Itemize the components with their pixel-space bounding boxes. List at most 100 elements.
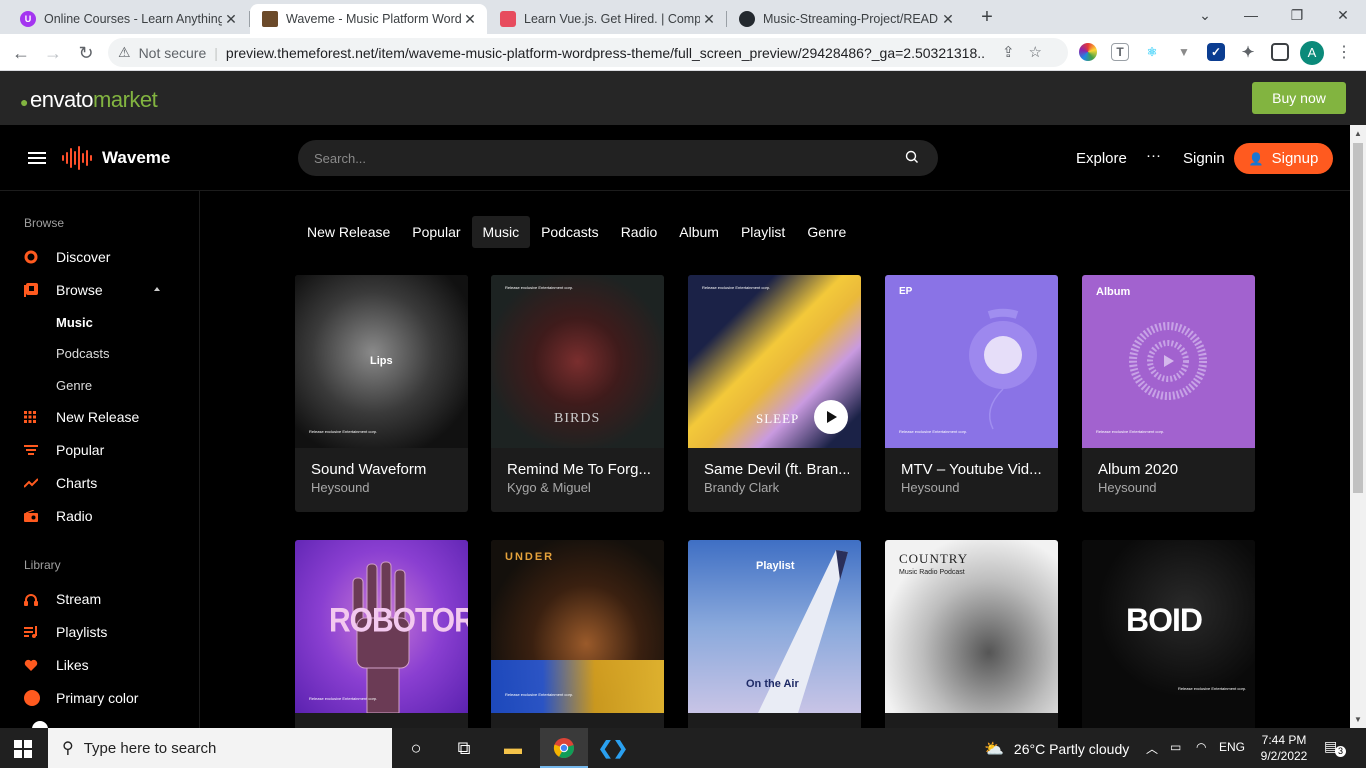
envato-market-logo[interactable]: ●envatomarket — [20, 87, 158, 113]
tab-music[interactable]: Music — [471, 216, 531, 248]
card-artist[interactable]: Kygo & Miguel — [507, 480, 591, 495]
taskbar-search[interactable]: ⚲ Type here to search — [48, 728, 392, 768]
profile-avatar[interactable]: A — [1300, 41, 1324, 65]
music-card[interactable]: Album Release exclusive Entertainment co… — [1082, 275, 1255, 512]
album-art-under[interactable]: UNDER Release exclusive Entertainment co… — [491, 540, 664, 713]
sidebar-item-playlists[interactable]: Playlists — [24, 622, 184, 642]
color-picker-extension-icon[interactable] — [1079, 43, 1097, 61]
card-title[interactable]: Album 2020 — [1098, 461, 1243, 478]
taskbar-clock[interactable]: 7:44 PM 9/2/2022 — [1256, 732, 1312, 764]
music-card[interactable]: Playlist On the Air — [688, 540, 861, 728]
minimize-button[interactable]: — — [1228, 4, 1274, 26]
chrome-icon[interactable] — [551, 736, 577, 760]
close-tab-icon[interactable]: ✕ — [700, 11, 718, 28]
side-panel-icon[interactable] — [1271, 43, 1289, 61]
browser-tab-udemy[interactable]: U Online Courses - Learn Anything, On Yo… — [8, 4, 248, 34]
music-card[interactable]: Release exclusive Entertainment corp. BI… — [491, 275, 664, 512]
album-art-country[interactable]: COUNTRY Music Radio Podcast — [885, 540, 1058, 713]
file-explorer-icon[interactable]: ▬ — [500, 736, 526, 760]
sidebar-item-stream[interactable]: Stream — [24, 589, 184, 609]
card-title[interactable]: Same Devil (ft. Bran... — [704, 461, 849, 478]
sidebar-item-popular[interactable]: Popular — [24, 440, 184, 460]
new-tab-button[interactable]: + — [976, 6, 998, 28]
close-tab-icon[interactable]: ✕ — [939, 11, 957, 28]
sidebar-item-primary-color[interactable]: Primary color — [24, 688, 184, 708]
sidebar-item-charts[interactable]: Charts — [24, 473, 184, 493]
tab-radio[interactable]: Radio — [610, 216, 669, 248]
browser-tab-vue-course[interactable]: Learn Vue.js. Get Hired. | Complete Vue.… — [488, 4, 726, 34]
tab-playlist[interactable]: Playlist — [730, 216, 796, 248]
search-input[interactable] — [314, 150, 874, 166]
scrollbar-thumb[interactable] — [1353, 143, 1363, 493]
card-title[interactable]: Remind Me To Forg... — [507, 461, 652, 478]
dark-mode-toggle-icon[interactable] — [32, 721, 48, 728]
browser-tab-github[interactable]: Music-Streaming-Project/README.md ✕ — [727, 4, 965, 34]
close-window-button[interactable]: ✕ — [1320, 4, 1366, 26]
tab-popular[interactable]: Popular — [401, 216, 471, 248]
play-button[interactable] — [814, 400, 848, 434]
search-bar[interactable] — [298, 140, 938, 176]
music-card[interactable]: Lips Release exclusive Entertainment cor… — [295, 275, 468, 512]
waveme-logo[interactable]: Waveme — [62, 146, 170, 170]
weather-widget[interactable]: ⛅ 26°C Partly cloudy — [984, 739, 1129, 759]
signin-link[interactable]: Signin — [1183, 150, 1225, 167]
sidebar-subitem-podcasts[interactable]: Podcasts — [56, 346, 109, 361]
restore-button[interactable]: ❐ — [1274, 4, 1320, 26]
music-card[interactable]: COUNTRY Music Radio Podcast — [885, 540, 1058, 728]
tab-podcasts[interactable]: Podcasts — [530, 216, 610, 248]
tray-chevron-icon[interactable]: ︿ — [1146, 740, 1158, 757]
tab-new-release[interactable]: New Release — [296, 216, 401, 248]
sidebar-item-likes[interactable]: Likes — [24, 655, 184, 675]
tab-genre[interactable]: Genre — [796, 216, 857, 248]
sidebar-item-discover[interactable]: Discover — [24, 247, 184, 267]
warning-icon[interactable]: ⚠ — [118, 44, 131, 61]
music-card[interactable]: BOID Release exclusive Entertainment cor… — [1082, 540, 1255, 728]
sidebar-item-radio[interactable]: Radio — [24, 506, 184, 526]
card-artist[interactable]: Heysound — [1098, 480, 1157, 495]
album-art-boid[interactable]: BOID Release exclusive Entertainment cor… — [1082, 540, 1255, 713]
collapse-caret-icon[interactable] — [154, 287, 160, 291]
explore-link[interactable]: Explore — [1076, 150, 1127, 167]
vscode-icon[interactable]: ❮❯ — [598, 736, 628, 760]
card-artist[interactable]: Brandy Clark — [704, 480, 779, 495]
tab-album[interactable]: Album — [668, 216, 730, 248]
scroll-down-arrow-icon[interactable]: ▼ — [1354, 715, 1362, 724]
sidebar-item-browse[interactable]: Browse — [24, 280, 184, 300]
card-title[interactable]: MTV – Youtube Vid... — [901, 461, 1046, 478]
back-button[interactable]: ← — [9, 41, 33, 65]
task-view-icon[interactable]: ⧉ — [451, 736, 477, 760]
tab-search-chevron-icon[interactable]: ⌄ — [1182, 4, 1228, 26]
url-text[interactable]: preview.themeforest.net/item/waveme-musi… — [226, 45, 986, 61]
language-indicator[interactable]: ENG — [1219, 740, 1245, 754]
checkbox-extension-icon[interactable]: ✓ — [1207, 43, 1225, 61]
card-artist[interactable]: Heysound — [901, 480, 960, 495]
album-art-sleep[interactable]: Release exclusive Entertainment corp. SL… — [688, 275, 861, 448]
music-card[interactable]: ROBOTOR Release exclusive Entertainment … — [295, 540, 468, 728]
forward-button[interactable]: → — [41, 41, 65, 65]
more-menu-icon[interactable]: ··· — [1146, 147, 1161, 164]
share-star-icons[interactable]: ⇪☆ — [1002, 43, 1056, 61]
wifi-icon[interactable]: ◠ — [1196, 740, 1206, 754]
sidebar-item-new-release[interactable]: New Release — [24, 407, 184, 427]
reload-button[interactable]: ↻ — [74, 41, 98, 65]
album-art-playlist[interactable]: Playlist On the Air — [688, 540, 861, 713]
react-devtools-icon[interactable]: ⚛ — [1143, 43, 1161, 61]
battery-icon[interactable]: ▭ — [1170, 740, 1181, 754]
address-bar[interactable]: ⚠ Not secure | preview.themeforest.net/i… — [108, 38, 1068, 67]
sidebar-subitem-genre[interactable]: Genre — [56, 378, 92, 393]
music-card[interactable]: UNDER Release exclusive Entertainment co… — [491, 540, 664, 728]
extensions-puzzle-icon[interactable]: ✦ — [1239, 43, 1257, 61]
signup-button[interactable]: 👤 Signup — [1234, 143, 1333, 174]
card-title[interactable]: Sound Waveform — [311, 461, 456, 478]
album-art-lips[interactable]: Lips Release exclusive Entertainment cor… — [295, 275, 468, 448]
sidebar-subitem-music[interactable]: Music — [56, 315, 93, 330]
card-artist[interactable]: Heysound — [311, 480, 370, 495]
album-art-birds[interactable]: Release exclusive Entertainment corp. BI… — [491, 275, 664, 448]
page-scrollbar[interactable]: ▲ ▼ — [1350, 125, 1366, 728]
music-card[interactable]: EP Release exclusive Entertainment corp.… — [885, 275, 1058, 512]
buy-now-button[interactable]: Buy now — [1252, 82, 1346, 114]
browser-tab-waveme[interactable]: Waveme - Music Platform WordPress Theme … — [250, 4, 487, 34]
close-tab-icon[interactable]: ✕ — [461, 11, 479, 28]
search-icon[interactable] — [904, 149, 920, 165]
album-art-ep[interactable]: EP Release exclusive Entertainment corp. — [885, 275, 1058, 448]
